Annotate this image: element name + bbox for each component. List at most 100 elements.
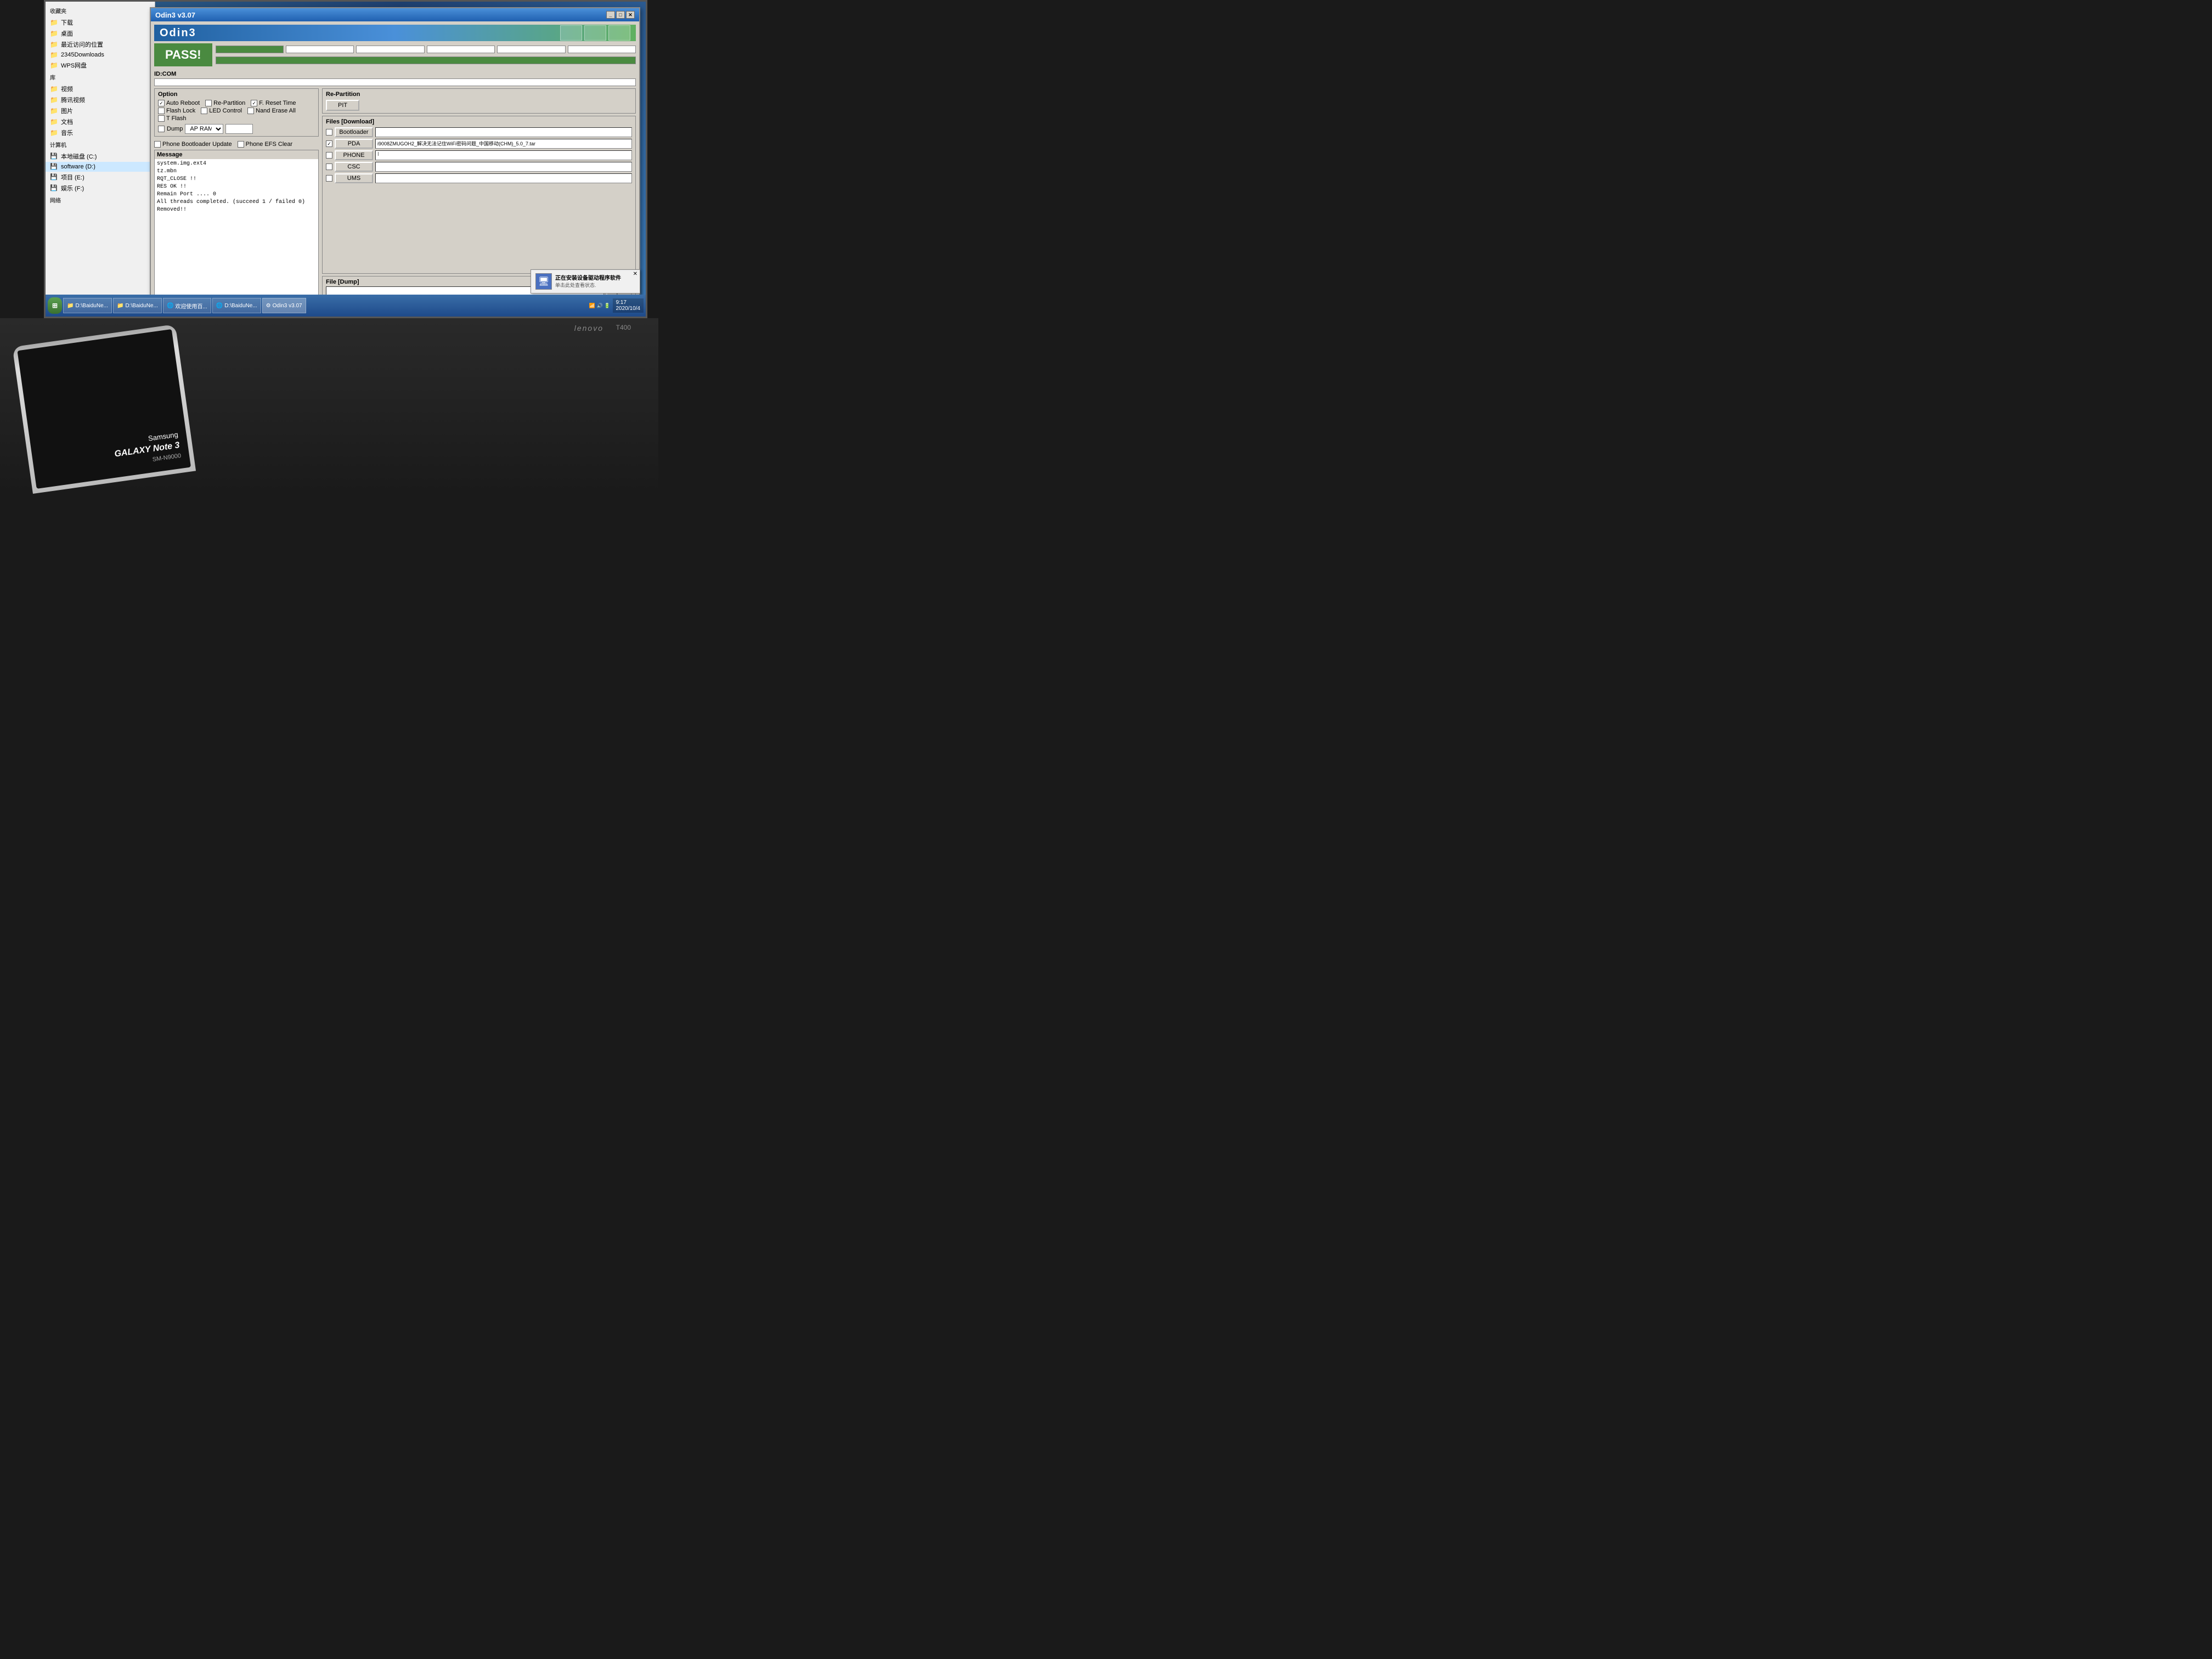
sidebar-item-recent[interactable]: 📁 最近访问的位置 [46,39,155,50]
taskbar-item-odin[interactable]: ⚙ Odin3 v3.07 [262,298,306,313]
flash-lock-checkbox[interactable] [158,108,165,114]
csc-button[interactable]: CSC [335,162,373,172]
nand-erase-checkbox[interactable] [247,108,254,114]
flash-lock-label: Flash Lock [166,108,195,114]
t-flash-checkbox[interactable] [158,115,165,122]
clock: 9:17 2020/10/4 [613,298,644,313]
id-com-bar [154,78,636,86]
odin-titlebar: Odin3 v3.07 _ □ ✕ [151,8,639,21]
progress-bar-4 [427,46,495,53]
drive-icon: 💾 [50,153,59,160]
taskbar-icon-odin: ⚙ [266,303,271,309]
phone-options-row: Phone Bootloader Update Phone EFS Clear [154,141,319,148]
t-flash-label: T Flash [166,115,186,122]
led-control-checkbox[interactable] [201,108,207,114]
f-reset-checkbox[interactable] [251,100,257,106]
re-partition-option[interactable]: Re-Partition [205,100,245,106]
notification-text: 正在安装设备驱动程序软件 单击此处查看状态. [555,273,621,289]
option-title: Option [158,91,315,98]
bootloader-row: Bootloader [326,127,632,137]
sidebar-item-video[interactable]: 📁 视频 [46,83,155,94]
left-column: Option Auto Reboot Re-Partition [154,88,319,302]
notification-close-button[interactable]: ✕ [633,271,637,277]
bootloader-path [375,127,632,137]
sidebar-item-2345[interactable]: 📁 2345Downloads [46,50,155,60]
f-reset-time-option[interactable]: F. Reset Time [251,100,296,106]
dump-select[interactable]: AP RAM [185,124,223,134]
sidebar-item-e-drive[interactable]: 💾 项目 (E:) [46,172,155,183]
auto-reboot-option[interactable]: Auto Reboot [158,100,200,106]
pda-checkbox[interactable] [326,140,332,147]
phone-screen: Samsung GALAXY Note 3 SM-N9000 [17,329,191,489]
pda-path: i9008ZMUGOH2_解决无法记住WiFi密码问题_中国移动(CHM)_5.… [375,139,632,149]
progress-bar-total [216,57,636,64]
window-controls: _ □ ✕ [606,11,635,19]
repartition-title: Re-Partition [326,91,632,98]
re-partition-label: Re-Partition [213,100,245,106]
sidebar-item-f-drive[interactable]: 💾 娱乐 (F:) [46,183,155,194]
lenovo-logo: lenovo [574,324,603,332]
csc-checkbox[interactable] [326,163,332,170]
phone-row: PHONE I [326,150,632,160]
odin-window: Odin3 v3.07 _ □ ✕ Odin3 PASS! [150,7,640,303]
sidebar-item-documents[interactable]: 📁 文档 [46,116,155,127]
sidebar-item-tencent[interactable]: 📁 腾讯视频 [46,94,155,105]
taskbar-item-2[interactable]: 📁 D:\BaiduNe... [113,298,162,313]
progress-bars [216,46,636,53]
phone-text: Samsung GALAXY Note 3 SM-N9000 [112,430,182,469]
maximize-button[interactable]: □ [616,11,625,19]
sidebar-item-c-drive[interactable]: 💾 本地磁盘 (C:) [46,151,155,162]
t-flash-option[interactable]: T Flash [158,115,186,122]
ums-button[interactable]: UMS [335,173,373,183]
close-button[interactable]: ✕ [626,11,635,19]
clock-date: 2020/10/4 [616,306,641,312]
csc-row: CSC [326,162,632,172]
phone-bootloader-checkbox[interactable] [154,141,161,148]
folder-icon: 📁 [50,85,59,93]
dump-text-field[interactable] [225,124,253,134]
notification-popup: 🖥 正在安装设备驱动程序软件 单击此处查看状态. ✕ [531,269,640,294]
bootloader-button[interactable]: Bootloader [335,127,373,137]
phone-efs-checkbox[interactable] [238,141,244,148]
folder-icon: 📁 [50,30,59,37]
minimize-button[interactable]: _ [606,11,615,19]
phone-body: Samsung GALAXY Note 3 SM-N9000 [12,324,196,494]
progress-bar-1 [216,46,284,53]
taskbar-icon-3: 🌐 [167,303,173,309]
option-row-1: Auto Reboot Re-Partition F. Reset Time [158,100,315,106]
start-menu-button[interactable]: ⊞ [48,297,62,314]
nand-erase-option[interactable]: Nand Erase All [247,108,296,114]
sidebar-item-pictures[interactable]: 📁 图片 [46,105,155,116]
phone-bootloader-option[interactable]: Phone Bootloader Update [154,141,232,148]
auto-reboot-checkbox[interactable] [158,100,165,106]
pda-button[interactable]: PDA [335,139,373,149]
dump-checkbox[interactable] [158,126,165,132]
message-body[interactable]: system.img.ext4 tz.mbn RQT_CLOSE !! RES … [155,159,318,302]
sidebar-item-d-drive[interactable]: 💾 software (D:) [46,162,155,172]
progress-bars-2 [216,57,636,64]
phone-checkbox[interactable] [326,152,332,159]
windows-icon: ⊞ [52,302,58,309]
bootloader-checkbox[interactable] [326,129,332,136]
flash-lock-option[interactable]: Flash Lock [158,108,195,114]
dump-row: Dump AP RAM [158,124,315,134]
sidebar-item-music[interactable]: 📁 音乐 [46,127,155,138]
sidebar-item-downloads[interactable]: 📁 下载 [46,17,155,28]
folder-icon: 📁 [50,19,59,26]
taskbar-item-3[interactable]: 🌐 欢迎使用百... [163,298,211,313]
led-control-option[interactable]: LED Control [201,108,242,114]
pit-button[interactable]: PIT [326,100,359,111]
drive-icon: 💾 [50,163,59,171]
files-section: Files [Download] Bootloader PDA i9008ZMU… [322,116,636,274]
taskbar-item-1[interactable]: 📁 D:\BaiduNe... [63,298,112,313]
phone-button[interactable]: PHONE [335,150,373,160]
taskbar-item-4[interactable]: 🌐 D:\BaiduNe... [212,298,261,313]
sidebar-item-desktop[interactable]: 📁 桌面 [46,28,155,39]
phone-efs-option[interactable]: Phone EFS Clear [238,141,293,148]
re-partition-checkbox[interactable] [205,100,212,106]
ums-checkbox[interactable] [326,175,332,182]
sidebar-item-wps[interactable]: 📁 WPS网盘 [46,60,155,71]
taskbar-icon-4: 🌐 [216,303,223,309]
folder-icon: 📁 [50,129,59,137]
repartition-section: Re-Partition PIT [322,88,636,114]
